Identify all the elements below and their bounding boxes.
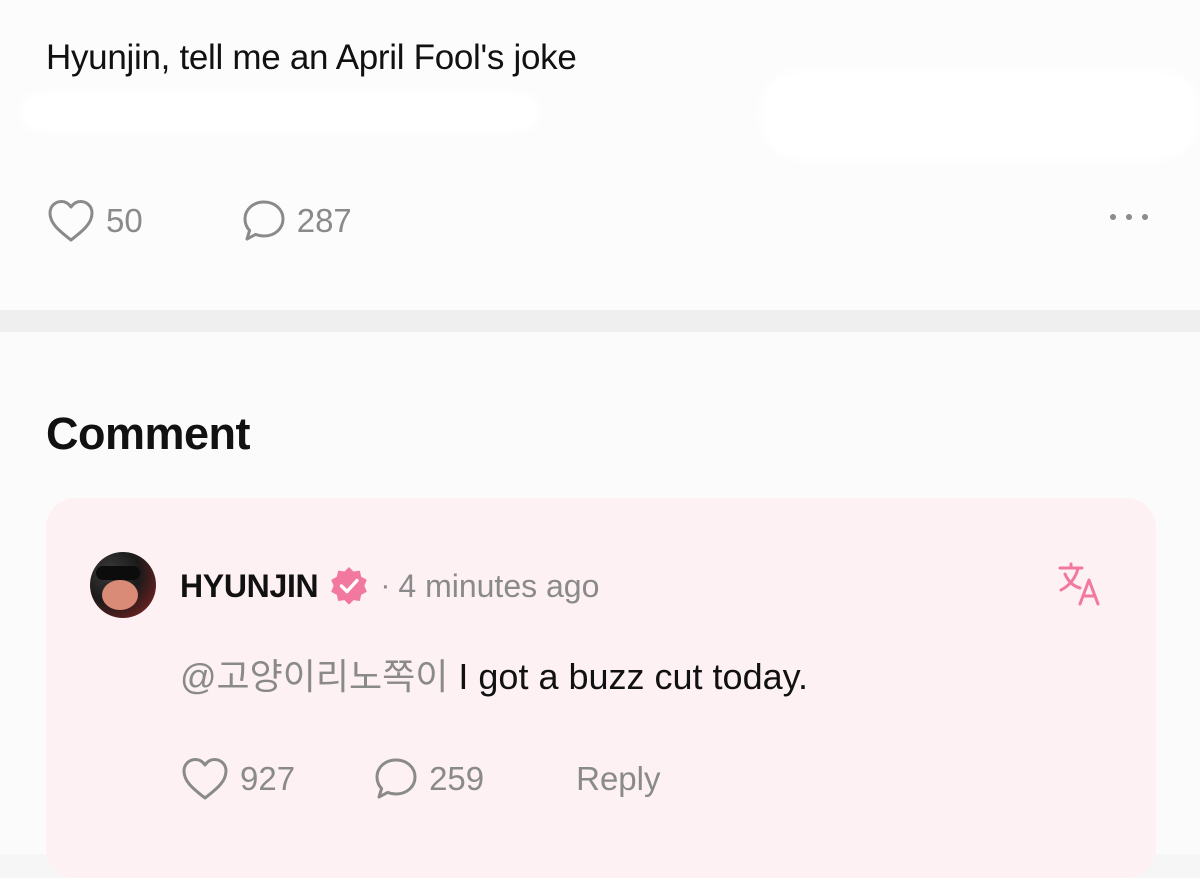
meta-separator: · bbox=[380, 569, 391, 602]
more-options-button[interactable] bbox=[1110, 214, 1148, 220]
more-icon-dot bbox=[1126, 214, 1132, 220]
post-like-button[interactable]: 50 bbox=[46, 198, 143, 244]
comment-actions: 927 259 Reply bbox=[180, 754, 661, 804]
comment-heading: Comment bbox=[46, 408, 251, 459]
post-comment-count: 287 bbox=[296, 202, 352, 239]
comment-time: 4 minutes ago bbox=[398, 567, 600, 604]
post-actions: 50 287 bbox=[46, 198, 352, 244]
comment-mention[interactable]: @고양이리노쪽이 bbox=[180, 656, 448, 697]
post-text: Hyunjin, tell me an April Fool's joke bbox=[46, 38, 577, 77]
post-comment-button[interactable]: 287 bbox=[241, 198, 352, 244]
translate-icon[interactable] bbox=[1056, 560, 1104, 608]
comment-reply-count: 259 bbox=[429, 760, 485, 797]
more-icon-dot bbox=[1142, 214, 1148, 220]
comment-card: HYUNJIN · 4 minutes ago @고양이리노쪽이 I got a… bbox=[46, 498, 1156, 878]
comment-reply-count-button[interactable]: 259 bbox=[373, 756, 484, 802]
speech-bubble-icon bbox=[375, 758, 417, 799]
section-divider bbox=[0, 310, 1200, 332]
reply-button[interactable]: Reply bbox=[576, 760, 660, 798]
avatar[interactable] bbox=[90, 552, 156, 618]
heart-icon bbox=[48, 200, 94, 242]
post-like-count: 50 bbox=[106, 202, 143, 239]
comment-section: Comment HYUNJIN · 4 minutes ago @고양이리노쪽이… bbox=[0, 332, 1200, 878]
more-icon-dot bbox=[1110, 214, 1116, 220]
comment-body: @고양이리노쪽이 I got a buzz cut today. bbox=[180, 648, 808, 700]
heart-icon bbox=[182, 758, 228, 800]
comment-like-button[interactable]: 927 bbox=[180, 756, 295, 802]
comment-like-count: 927 bbox=[240, 760, 296, 797]
comment-text: I got a buzz cut today. bbox=[458, 656, 808, 697]
verified-badge-icon bbox=[331, 567, 368, 605]
speech-bubble-icon bbox=[243, 200, 285, 241]
comment-author[interactable]: HYUNJIN bbox=[180, 568, 319, 605]
post: Hyunjin, tell me an April Fool's joke 50… bbox=[0, 0, 1200, 310]
comment-meta: HYUNJIN · 4 minutes ago bbox=[180, 560, 599, 612]
